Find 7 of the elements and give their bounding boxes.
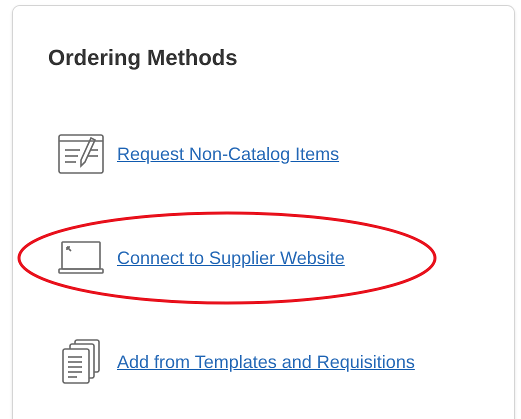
form-pencil-icon <box>58 134 104 174</box>
documents-icon <box>61 339 101 385</box>
laptop-icon <box>58 241 104 275</box>
method-link[interactable]: Request Non-Catalog Items <box>117 140 340 168</box>
method-link[interactable]: Connect to Supplier Website <box>117 244 345 272</box>
panel-title: Ordering Methods <box>48 44 238 72</box>
method-link[interactable]: Add from Templates and Requisitions <box>117 348 415 376</box>
